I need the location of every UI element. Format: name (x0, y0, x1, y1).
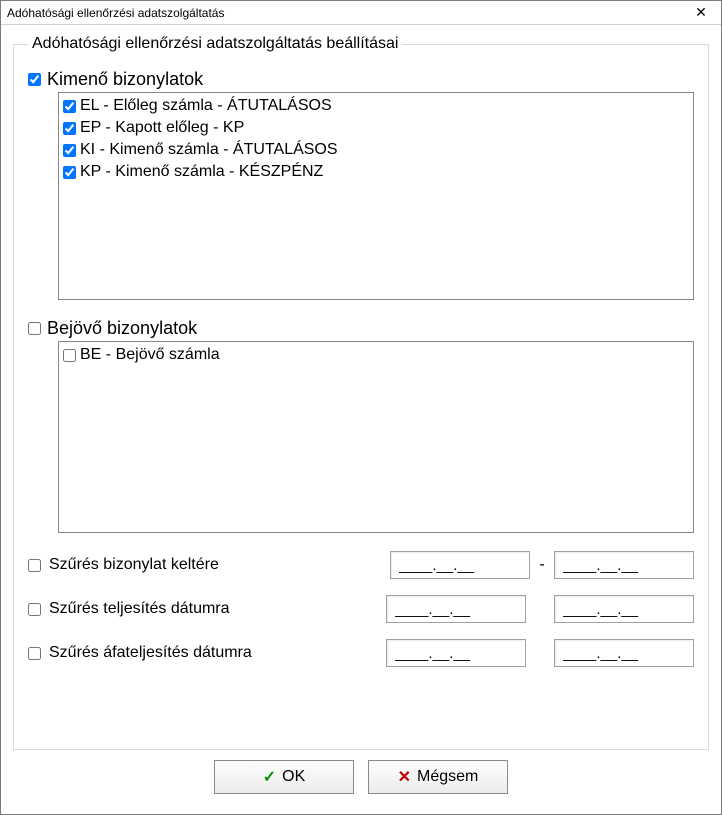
outgoing-checkbox[interactable] (28, 73, 41, 86)
list-item[interactable]: KI - Kimenő számla - ÁTUTALÁSOS (63, 139, 689, 161)
filter-teljesites-label: Szűrés teljesítés dátumra (49, 600, 230, 618)
filter-teljesites-checkbox[interactable] (28, 603, 41, 616)
cancel-button[interactable]: ✕ Mégsem (368, 760, 508, 794)
list-item[interactable]: KP - Kimenő számla - KÉSZPÉNZ (63, 161, 689, 183)
date-separator: - (538, 556, 546, 574)
list-item-checkbox[interactable] (63, 166, 76, 179)
list-item-label: EP - Kapott előleg - KP (80, 117, 244, 139)
filter-afateljesites-from[interactable] (386, 639, 526, 667)
incoming-listbox[interactable]: BE - Bejövő számla (58, 341, 694, 533)
filter-afateljesites-checkbox[interactable] (28, 647, 41, 660)
filter-kelt-to[interactable] (554, 551, 694, 579)
outgoing-listbox[interactable]: EL - Előleg számla - ÁTUTALÁSOS EP - Kap… (58, 92, 694, 300)
list-item-checkbox[interactable] (63, 349, 76, 362)
filter-row-afateljesites: Szűrés áfateljesítés dátumra (28, 639, 694, 667)
outgoing-label: Kimenő bizonylatok (47, 69, 203, 90)
incoming-checkbox[interactable] (28, 322, 41, 335)
filter-kelt-label: Szűrés bizonylat keltére (49, 556, 219, 574)
filter-kelt-from[interactable] (390, 551, 530, 579)
list-item[interactable]: EP - Kapott előleg - KP (63, 117, 689, 139)
filter-kelt-checkbox[interactable] (28, 559, 41, 572)
filter-teljesites-to[interactable] (554, 595, 694, 623)
dialog-window: Adóhatósági ellenőrzési adatszolgáltatás… (0, 0, 722, 815)
list-item-checkbox[interactable] (63, 100, 76, 113)
window-title: Adóhatósági ellenőrzési adatszolgáltatás (7, 6, 224, 20)
incoming-label: Bejövő bizonylatok (47, 318, 197, 339)
settings-groupbox: Adóhatósági ellenőrzési adatszolgáltatás… (13, 35, 709, 750)
list-item[interactable]: BE - Bejövő számla (63, 344, 689, 366)
list-item-label: KI - Kimenő számla - ÁTUTALÁSOS (80, 139, 338, 161)
filter-afateljesites-label: Szűrés áfateljesítés dátumra (49, 644, 252, 662)
cancel-icon: ✕ (398, 767, 411, 787)
close-icon: ✕ (695, 4, 707, 21)
filter-row-kelt: Szűrés bizonylat keltére - (28, 551, 694, 579)
check-icon: ✓ (263, 767, 276, 787)
filter-teljesites-from[interactable] (386, 595, 526, 623)
ok-button[interactable]: ✓ OK (214, 760, 354, 794)
button-bar: ✓ OK ✕ Mégsem (13, 750, 709, 806)
date-spacer (536, 644, 544, 662)
incoming-section-header: Bejövő bizonylatok (28, 318, 694, 339)
list-item[interactable]: EL - Előleg számla - ÁTUTALÁSOS (63, 95, 689, 117)
cancel-button-label: Mégsem (417, 768, 478, 786)
list-item-label: KP - Kimenő számla - KÉSZPÉNZ (80, 161, 323, 183)
close-button[interactable]: ✕ (681, 1, 721, 25)
list-item-label: BE - Bejövő számla (80, 344, 220, 366)
list-item-checkbox[interactable] (63, 122, 76, 135)
list-item-checkbox[interactable] (63, 144, 76, 157)
outgoing-section-header: Kimenő bizonylatok (28, 69, 694, 90)
filter-row-teljesites: Szűrés teljesítés dátumra (28, 595, 694, 623)
dialog-content: Adóhatósági ellenőrzési adatszolgáltatás… (1, 25, 721, 814)
groupbox-legend: Adóhatósági ellenőrzési adatszolgáltatás… (28, 35, 402, 53)
date-spacer (536, 600, 544, 618)
filter-afateljesites-to[interactable] (554, 639, 694, 667)
list-item-label: EL - Előleg számla - ÁTUTALÁSOS (80, 95, 332, 117)
filters-area: Szűrés bizonylat keltére - Szűrés teljes… (28, 551, 694, 667)
ok-button-label: OK (282, 768, 305, 786)
title-bar: Adóhatósági ellenőrzési adatszolgáltatás… (1, 1, 721, 25)
